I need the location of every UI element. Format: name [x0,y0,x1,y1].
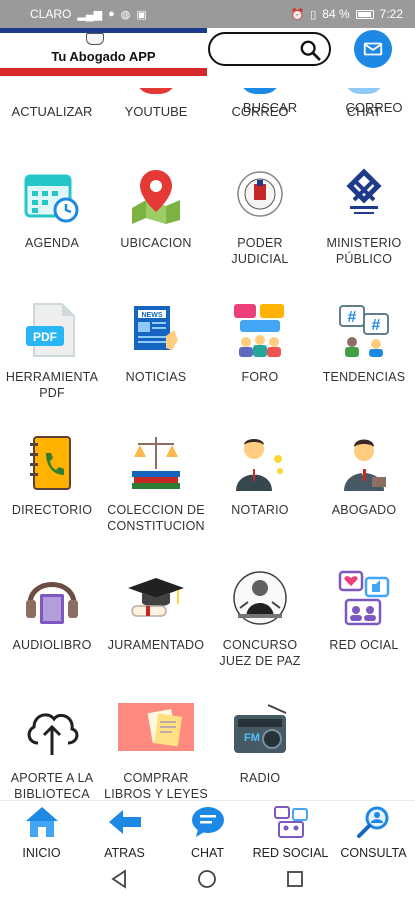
menu-item-ubicacion[interactable]: UBICACION [104,166,208,251]
mail-icon [363,42,383,56]
ministerio-publico-icon [346,168,382,214]
mail-icon [240,88,280,94]
trending-hashtag-icon: # # [339,305,389,357]
menu-item-notario[interactable]: NOTARIO [208,433,312,518]
pdf-icon: PDF [26,303,75,357]
menu-item-noticias[interactable]: NEWS NOTICIAS [104,300,208,385]
battery-percent: 84 % [322,7,350,21]
menu-item-tendencias[interactable]: # # TENDENCIAS [312,300,415,385]
chat-bubble-icon [191,807,224,837]
menu-item-abogado[interactable]: ABOGADO [312,433,415,518]
judge-engraving-icon [233,571,287,625]
carrier-label: CLARO [30,7,72,21]
menu-item-audiolibro[interactable]: AUDIOLIBRO [0,568,104,653]
books-document-icon [118,703,194,751]
menu-item-coleccion-constitucion[interactable]: COLECCION DE CONSTITUCION [104,433,208,534]
calendar-icon [24,174,79,223]
svg-text:NEWS: NEWS [142,312,163,319]
search-input[interactable] [208,32,331,66]
social-network-icon [273,806,308,838]
home-circle-icon[interactable] [196,868,218,890]
forum-icon [234,304,284,357]
nav-red-social[interactable]: RED SOCIAL [249,801,332,860]
app-logo: Tu Abogado APP [0,28,207,76]
phone-book-icon [30,436,71,490]
menu-item-poder-judicial[interactable]: PODER JUDICIAL [208,166,312,267]
emblem-icon [86,33,104,45]
menu-item-red-social[interactable]: RED OCIAL [312,568,415,653]
search-icon[interactable] [299,39,321,61]
account-icon: ● [108,8,115,20]
system-navigation [0,858,415,900]
menu-item-radio[interactable]: FM RADIO [208,701,312,786]
signal-icon: ▂▄▆ [77,8,103,21]
social-network-icon [338,570,390,626]
arrow-left-icon [108,810,141,834]
nav-chat[interactable]: CHAT [166,801,249,860]
flag-stripe-blue [0,28,207,33]
svg-text:PDF: PDF [33,330,57,344]
menu-item-herramienta-pdf[interactable]: PDF HERRAMIENTA PDF [0,300,104,401]
svg-text:FM: FM [244,732,260,744]
recents-square-icon[interactable] [284,868,306,890]
nav-atras[interactable]: ATRAS [83,801,166,860]
chat-icon [344,88,384,94]
status-bar: CLARO ▂▄▆ ● ◍ ▣ ⏰ ▯ 84 % 7:22 [0,0,415,28]
map-pin-icon [132,170,180,224]
battery-icon [355,9,374,19]
mail-button[interactable] [354,30,392,68]
back-triangle-icon[interactable] [108,868,130,890]
newspaper-icon: NEWS [134,306,178,350]
search-notification-icon: ◍ [120,8,131,21]
image-notification-icon: ▣ [136,8,147,21]
radio-icon: FM [234,704,287,753]
menu-item-juramentado[interactable]: JURAMENTADO [104,568,208,653]
home-icon [25,807,58,837]
cloud-upload-icon [27,713,79,755]
headphones-book-icon [26,582,78,624]
vibrate-icon: ▯ [310,8,317,21]
svg-text:#: # [348,309,357,326]
graduation-cap-icon [128,578,184,617]
menu-item-foro[interactable]: FORO [208,300,312,385]
youtube-icon [136,88,176,94]
menu-item-comprar-libros[interactable]: COMPRAR LIBROS Y LEYES [104,701,208,800]
notary-person-icon [236,439,283,491]
partial-row: ACTUALIZAR YOUTUBE CORREO CHAT [0,88,415,120]
svg-text:#: # [372,317,381,334]
menu-item-aporte-biblioteca[interactable]: APORTE A LA BIBLIOTECA [0,701,104,800]
alarm-icon: ⏰ [290,8,305,21]
menu-item-directorio[interactable]: DIRECTORIO [0,433,104,518]
menu-item-concurso-juez-de-paz[interactable]: CONCURSO JUEZ DE PAZ [208,568,312,669]
bottom-navigation: INICIO ATRAS CHAT RED SOCIAL CONSULTA [0,800,415,860]
menu-item-ministerio-publico[interactable]: MINISTERIO PÚBLICO [312,166,415,267]
menu-grid: ACTUALIZAR YOUTUBE CORREO CHAT AGENDA UB… [0,88,415,800]
flag-stripe-red [0,68,207,76]
lawyer-person-icon [344,439,386,491]
nav-consulta[interactable]: CONSULTA [332,801,415,860]
nav-inicio[interactable]: INICIO [0,801,83,860]
magnifier-person-icon [356,806,388,838]
scales-books-icon [132,437,180,489]
judicial-seal-icon [237,171,283,217]
app-title: Tu Abogado APP [51,49,156,64]
app-header: Tu Abogado APP BUSCAR CORREO [0,28,415,115]
menu-item-agenda[interactable]: AGENDA [0,166,104,251]
clock: 7:22 [379,7,403,21]
